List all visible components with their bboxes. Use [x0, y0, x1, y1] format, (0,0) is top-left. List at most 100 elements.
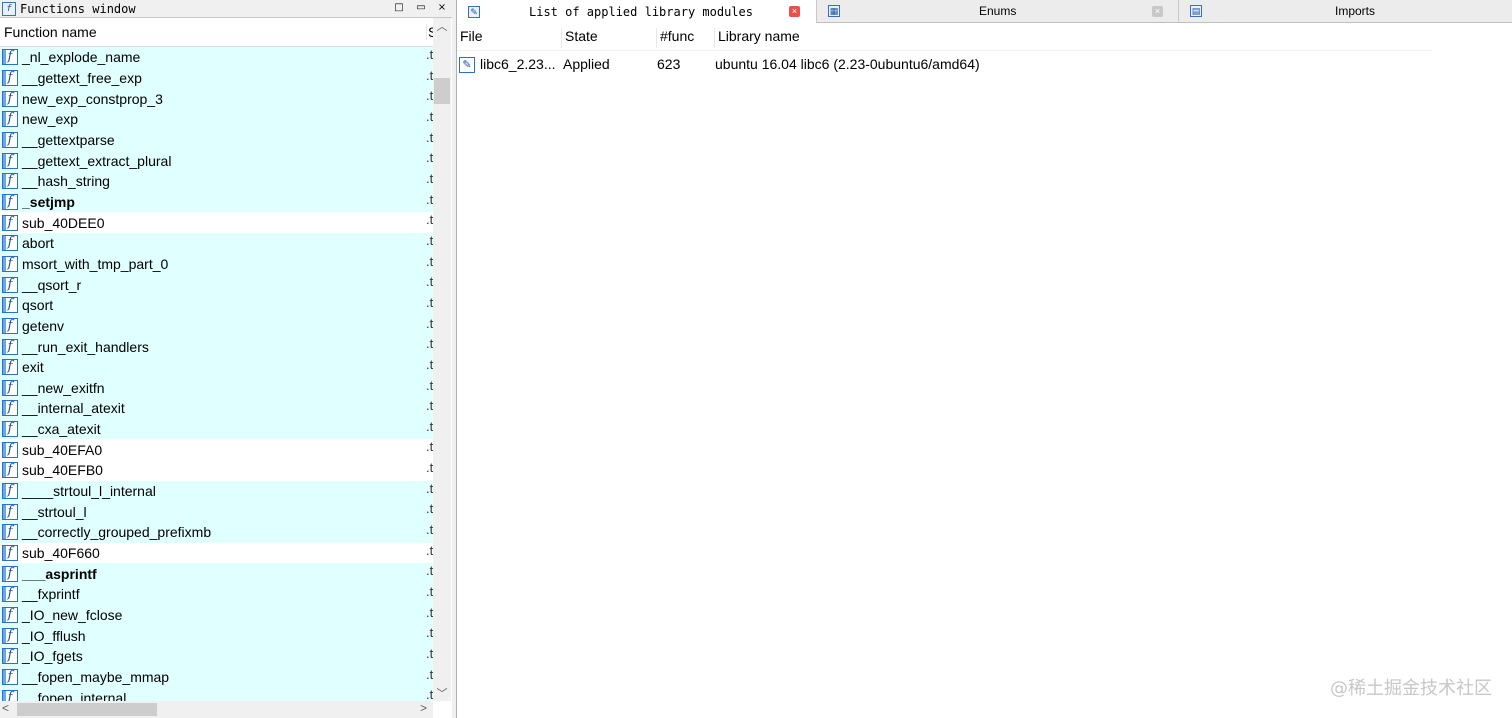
function-row[interactable]: f _IO_fgets .t	[0, 646, 433, 667]
function-name: __cxa_atexit	[22, 421, 101, 438]
function-row[interactable]: f _IO_fflush .t	[0, 625, 433, 647]
function-segment: .t	[426, 398, 433, 414]
function-row[interactable]: f getenv .t	[0, 315, 433, 337]
function-row[interactable]: f __fopen_maybe_mmap .t	[0, 666, 433, 688]
scroll-left-icon[interactable]: <	[2, 701, 9, 715]
function-row[interactable]: f __fopen_internal .t	[0, 687, 433, 701]
function-row[interactable]: f _IO_new_fclose .t	[0, 604, 433, 626]
tab-enums[interactable]: ▦ Enums ×	[817, 0, 1179, 22]
function-row[interactable]: f sub_40DEE0 .t	[0, 212, 433, 233]
vertical-scroll-thumb[interactable]	[434, 78, 450, 104]
function-icon: f	[2, 421, 18, 438]
function-row[interactable]: f abort .t	[0, 232, 433, 254]
function-segment: .t	[426, 460, 433, 476]
function-icon: f	[2, 111, 18, 128]
function-name: _IO_fgets	[22, 648, 83, 665]
scroll-up-icon[interactable]: ︿	[433, 18, 451, 34]
function-segment: .t	[426, 646, 433, 662]
function-segment: .t	[426, 666, 433, 682]
function-name: sub_40F660	[22, 545, 100, 562]
function-row[interactable]: f __run_exit_handlers .t	[0, 336, 433, 357]
function-row[interactable]: f new_exp .t	[0, 108, 433, 130]
signature-icon: ✎	[468, 5, 480, 18]
function-segment: .t	[426, 522, 433, 538]
window-restore-icon[interactable]: □	[392, 1, 406, 15]
function-segment: .t	[426, 294, 433, 310]
function-row[interactable]: f __fxprintf .t	[0, 584, 433, 605]
vertical-scrollbar[interactable]: ︿ ﹀	[433, 18, 451, 701]
function-row[interactable]: f __hash_string .t	[0, 170, 433, 192]
horizontal-scrollbar[interactable]: < >	[0, 701, 433, 718]
tab-close-icon[interactable]: ×	[789, 6, 800, 17]
function-row[interactable]: f sub_40F660 .t	[0, 542, 433, 564]
function-row[interactable]: f exit .t	[0, 356, 433, 378]
horizontal-scroll-thumb[interactable]	[17, 703, 157, 716]
function-row[interactable]: f __internal_atexit .t	[0, 398, 433, 419]
function-icon: f	[2, 173, 18, 190]
function-icon: f	[2, 69, 18, 86]
function-row[interactable]: f ___asprintf .t	[0, 563, 433, 585]
function-row[interactable]: f __correctly_grouped_prefixmb .t	[0, 522, 433, 543]
function-row[interactable]: f _setjmp .t	[0, 191, 433, 213]
function-segment: .t	[426, 480, 433, 496]
function-segment: .t	[426, 191, 433, 207]
function-row[interactable]: f __new_exitfn .t	[0, 377, 433, 399]
function-segment: .t	[426, 108, 433, 124]
function-name: abort	[22, 235, 54, 252]
function-icon: f	[2, 441, 18, 458]
function-icon: f	[2, 131, 18, 148]
function-segment: .t	[426, 418, 433, 434]
table-row[interactable]: ✎ libc6_2.23... Applied 623 ubuntu 16.04…	[457, 51, 1432, 75]
function-icon: f	[2, 297, 18, 314]
watermark: @稀土掘金技术社区	[1330, 678, 1492, 699]
function-row[interactable]: f __strtoul_l .t	[0, 501, 433, 523]
enums-icon: ▦	[828, 5, 840, 17]
function-name: qsort	[22, 297, 54, 314]
function-name: __new_exitfn	[22, 379, 105, 396]
column-state[interactable]: State	[561, 28, 655, 48]
function-name: __fxprintf	[22, 586, 80, 603]
column-file[interactable]: File	[457, 28, 560, 48]
function-row[interactable]: f msort_with_tmp_part_0 .t	[0, 253, 433, 275]
function-icon: f	[2, 565, 18, 582]
function-row[interactable]: f ____strtoul_l_internal .t	[0, 480, 433, 502]
function-row[interactable]: f __gettextparse .t	[0, 129, 433, 151]
function-row[interactable]: f __cxa_atexit .t	[0, 418, 433, 440]
function-row[interactable]: f new_exp_constprop_3 .t	[0, 88, 433, 109]
function-icon: f	[2, 689, 18, 701]
function-name: __fopen_internal	[22, 689, 127, 701]
function-row[interactable]: f __gettext_free_exp .t	[0, 67, 433, 89]
column-func-count[interactable]: #func	[656, 28, 713, 48]
scroll-down-icon[interactable]: ﹀	[433, 685, 451, 701]
function-name: msort_with_tmp_part_0	[22, 255, 169, 272]
function-name: ____strtoul_l_internal	[22, 483, 156, 500]
function-name: exit	[22, 359, 44, 376]
tab-imports[interactable]: ▤ Imports	[1179, 0, 1512, 22]
column-function-name[interactable]: Function name	[4, 24, 97, 40]
window-close-icon[interactable]: ×	[435, 1, 449, 15]
function-icon: f	[2, 524, 18, 541]
tab-close-icon[interactable]: ×	[1152, 5, 1163, 17]
tab-applied-library-modules[interactable]: ✎ List of applied library modules ×	[457, 0, 817, 23]
function-segment: .t	[426, 67, 433, 83]
function-segment: .t	[426, 687, 433, 701]
function-name: __gettextparse	[22, 131, 115, 148]
function-name: _setjmp	[22, 193, 75, 210]
column-library-name[interactable]: Library name	[714, 28, 1432, 48]
window-float-icon[interactable]: ▭	[414, 1, 428, 15]
function-name: _IO_fflush	[22, 627, 86, 644]
function-row[interactable]: f qsort .t	[0, 294, 433, 316]
function-row[interactable]: f __gettext_extract_plural .t	[0, 150, 433, 171]
function-icon: f	[2, 276, 18, 293]
function-row[interactable]: f _nl_explode_name .t	[0, 47, 433, 68]
function-row[interactable]: f sub_40EFA0 .t	[0, 439, 433, 461]
functions-list: f _nl_explode_name .t f __gettext_free_exp .t…	[0, 47, 433, 701]
scroll-right-icon[interactable]: >	[420, 701, 427, 715]
function-row[interactable]: f __qsort_r .t	[0, 274, 433, 295]
function-name: _IO_new_fclose	[22, 607, 123, 624]
function-icon: f	[2, 90, 18, 107]
function-row[interactable]: f sub_40EFB0 .t	[0, 460, 433, 481]
functions-window: f Functions window □ ▭ × Function name S…	[0, 0, 453, 718]
function-name: __hash_string	[22, 173, 110, 190]
function-segment: .t	[426, 439, 433, 455]
